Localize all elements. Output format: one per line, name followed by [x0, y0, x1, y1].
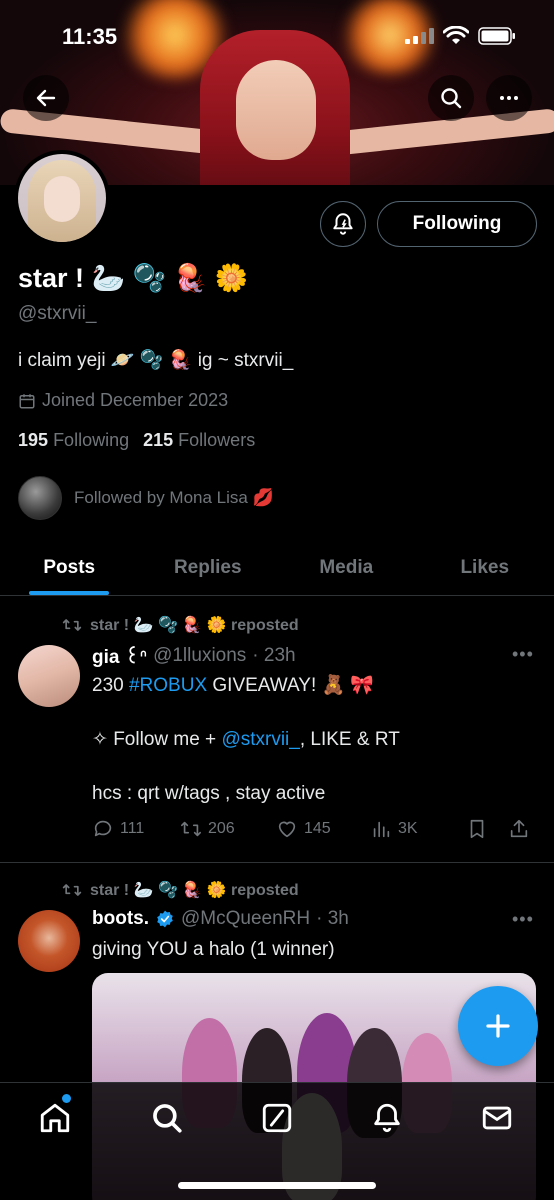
repost-icon	[181, 821, 201, 837]
post-more-button[interactable]: •••	[512, 909, 534, 930]
profile-display-name: star ! 🦢 🫧 🪼 🌼	[18, 263, 249, 293]
status-time: 11:35	[62, 24, 118, 49]
post-time: · 3h	[316, 908, 349, 929]
search-button[interactable]	[428, 75, 474, 121]
status-bar: 11:35	[0, 18, 554, 58]
followed-by-row[interactable]: Followed by Mona Lisa 💋	[18, 476, 274, 520]
back-button[interactable]	[23, 75, 69, 121]
profile-tabs: Posts Replies Media Likes	[0, 540, 554, 596]
arrow-left-icon	[36, 89, 56, 107]
hashtag-link[interactable]: #ROBUX	[129, 675, 207, 696]
profile-bio: i claim yeji 🪐 🫧 🪼 ig ~ stxrvii_	[18, 350, 294, 371]
cellular-signal-icon	[405, 28, 434, 44]
post-time: · 23h	[252, 645, 296, 666]
post-author-handle[interactable]: @1lluxions	[153, 645, 246, 667]
repost-icon	[62, 884, 82, 896]
compose-post-button[interactable]	[458, 986, 538, 1066]
post-author-avatar[interactable]	[18, 910, 80, 972]
following-count-link[interactable]: 195 Following	[18, 430, 129, 451]
joined-text: Joined December 2023	[42, 390, 229, 410]
post-header: gia ꒰ᐢ @1lluxions · 23h	[92, 643, 296, 669]
home-icon[interactable]	[38, 1101, 72, 1135]
home-indicator	[178, 1182, 376, 1189]
repost-icon	[62, 619, 82, 631]
profile-avatar[interactable]	[14, 150, 110, 246]
notifications-button[interactable]	[320, 201, 366, 247]
share-button[interactable]	[508, 818, 536, 840]
like-button[interactable]: 145	[276, 818, 370, 840]
grok-icon[interactable]	[260, 1101, 294, 1135]
follower-avatar	[18, 476, 62, 520]
tab-media[interactable]: Media	[277, 540, 416, 595]
tab-likes[interactable]: Likes	[416, 540, 554, 595]
post-header: boots. @McQueenRH · 3h	[92, 908, 349, 930]
follow-counts: 195 Following 215 Followers	[18, 430, 255, 451]
post-text: giving YOU a halo (1 winner)	[92, 939, 335, 960]
followed-by-text: Followed by Mona Lisa 💋	[74, 488, 274, 507]
plus-icon	[486, 1014, 510, 1038]
joined-date: Joined December 2023	[18, 390, 228, 411]
post-actions: 111 206 145 3K	[92, 818, 536, 840]
post-author-handle[interactable]: @McQueenRH	[181, 908, 310, 930]
reply-icon	[94, 820, 112, 837]
search-icon[interactable]	[150, 1101, 184, 1135]
repost-indicator: star ! 🦢 🫧 🪼 🌼 reposted	[62, 615, 299, 635]
calendar-icon	[19, 393, 35, 408]
post-author-name[interactable]: boots.	[92, 908, 149, 930]
bookmark-icon	[470, 819, 484, 839]
reply-button[interactable]: 111	[92, 818, 180, 840]
verified-badge-icon	[157, 910, 173, 928]
wifi-icon	[443, 26, 469, 44]
repost-indicator: star ! 🦢 🫧 🪼 🌼 reposted	[62, 880, 299, 900]
messages-icon[interactable]	[480, 1101, 514, 1135]
post-text: 230 #ROBUX GIVEAWAY! 🧸 🎀 ✧ Follow me + @…	[92, 675, 400, 804]
post-author-avatar[interactable]	[18, 645, 80, 707]
mention-link[interactable]: @stxrvii_	[221, 729, 299, 750]
tab-posts[interactable]: Posts	[0, 540, 139, 595]
followers-count-link[interactable]: 215 Followers	[143, 430, 255, 451]
more-horizontal-icon	[500, 96, 518, 100]
battery-icon	[478, 27, 515, 45]
heart-icon	[278, 821, 296, 838]
home-unread-dot	[62, 1094, 71, 1103]
following-button[interactable]: Following	[377, 201, 537, 247]
search-icon	[441, 88, 462, 109]
views-button[interactable]: 3K	[370, 818, 466, 840]
profile-handle: @stxrvii_	[18, 303, 97, 324]
notifications-icon[interactable]	[370, 1101, 404, 1135]
post-divider	[0, 862, 554, 863]
post-author-name[interactable]: gia ꒰ᐢ	[92, 643, 147, 669]
bell-notification-icon	[333, 213, 353, 235]
bookmark-button[interactable]	[466, 818, 508, 840]
repost-button[interactable]: 206	[180, 818, 276, 840]
post-more-button[interactable]: •••	[512, 644, 534, 665]
more-options-button[interactable]	[486, 75, 532, 121]
tab-replies[interactable]: Replies	[139, 540, 278, 595]
views-bar-chart-icon	[373, 821, 390, 838]
share-icon	[510, 819, 528, 838]
